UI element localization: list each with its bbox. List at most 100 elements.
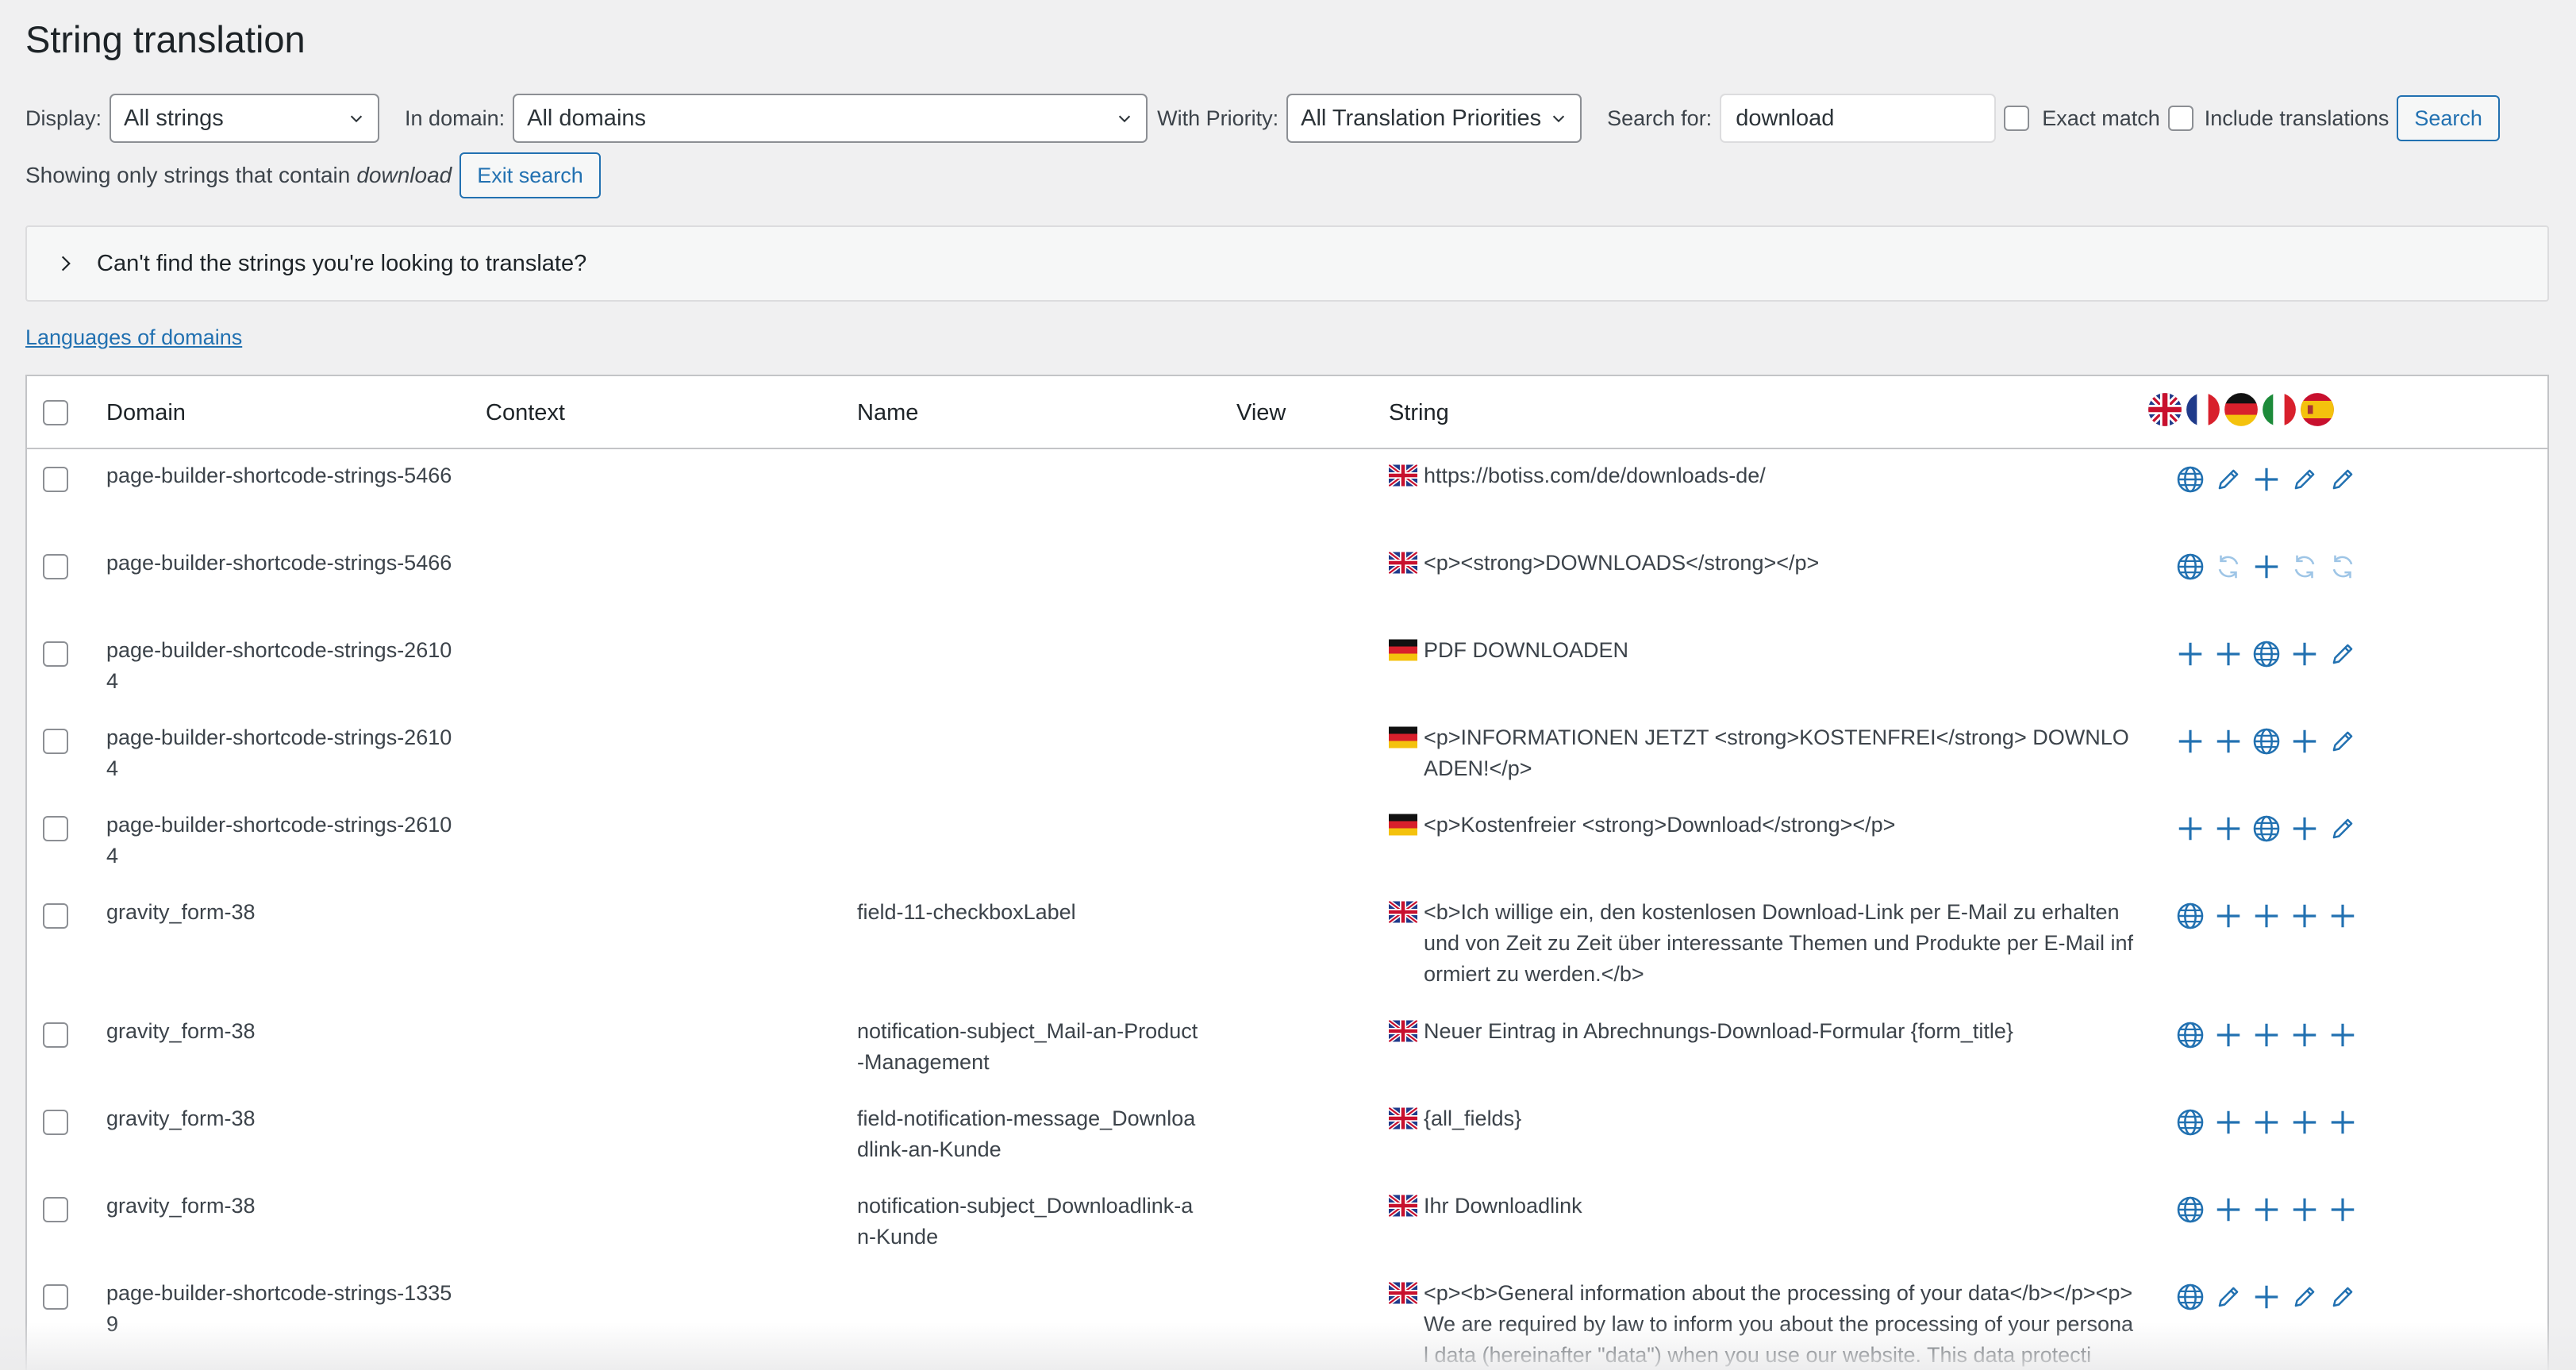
translation-actions — [2171, 810, 2362, 848]
globe-icon[interactable] — [2171, 460, 2209, 498]
domain-label: In domain: — [405, 106, 506, 130]
include-translations-checkbox[interactable] — [2167, 106, 2193, 131]
string-text: <b>Ich willige ein, den kostenlosen Down… — [1424, 900, 2133, 986]
plus-icon[interactable] — [2171, 635, 2209, 673]
scroll-shadow — [0, 1322, 2576, 1370]
plus-icon[interactable] — [2209, 635, 2247, 673]
search-button[interactable]: Search — [2397, 95, 2500, 141]
globe-icon[interactable] — [2247, 810, 2286, 848]
search-input[interactable]: download — [1720, 94, 1997, 143]
display-select[interactable]: All strings — [110, 94, 380, 143]
refresh-icon[interactable] — [2209, 548, 2247, 586]
refresh-icon[interactable] — [2286, 548, 2324, 586]
row-checkbox[interactable] — [43, 554, 68, 579]
name-cell: notification-subject_Mail-an-Product-Man… — [857, 1019, 1198, 1074]
string-text: <p>Kostenfreier <strong>Download</strong… — [1424, 813, 1896, 837]
globe-icon[interactable] — [2171, 897, 2209, 935]
row-checkbox[interactable] — [43, 729, 68, 754]
chevron-down-icon — [1550, 110, 1567, 127]
column-name[interactable]: Name — [857, 376, 918, 449]
flag-uk-icon — [1389, 1104, 1417, 1133]
pencil-icon[interactable] — [2209, 1278, 2247, 1316]
plus-icon[interactable] — [2286, 897, 2324, 935]
domain-cell: gravity_form-38 — [106, 1019, 256, 1043]
plus-icon[interactable] — [2324, 1191, 2362, 1229]
column-view: View — [1236, 399, 1286, 425]
search-notice-term: download — [356, 163, 452, 187]
domain-select[interactable]: All domains — [513, 94, 1148, 143]
plus-icon[interactable] — [2286, 635, 2324, 673]
plus-icon[interactable] — [2209, 1016, 2247, 1054]
flag-uk-icon — [1389, 1017, 1417, 1045]
pencil-icon[interactable] — [2286, 460, 2324, 498]
column-domain[interactable]: Domain — [106, 376, 186, 449]
plus-icon[interactable] — [2247, 460, 2286, 498]
plus-icon[interactable] — [2209, 1191, 2247, 1229]
globe-icon[interactable] — [2171, 1103, 2209, 1141]
globe-icon[interactable] — [2171, 548, 2209, 586]
plus-icon[interactable] — [2286, 810, 2324, 848]
plus-icon[interactable] — [2286, 722, 2324, 760]
plus-icon[interactable] — [2247, 1191, 2286, 1229]
plus-icon[interactable] — [2324, 897, 2362, 935]
flag-uk-icon — [1389, 548, 1417, 577]
plus-icon[interactable] — [2286, 1016, 2324, 1054]
row-checkbox[interactable] — [43, 816, 68, 841]
plus-icon[interactable] — [2324, 1016, 2362, 1054]
globe-icon[interactable] — [2171, 1278, 2209, 1316]
plus-icon[interactable] — [2209, 810, 2247, 848]
domain-cell: gravity_form-38 — [106, 1194, 256, 1218]
pencil-icon[interactable] — [2324, 460, 2362, 498]
plus-icon[interactable] — [2209, 722, 2247, 760]
search-input-value: download — [1736, 105, 1835, 131]
plus-icon[interactable] — [2286, 1191, 2324, 1229]
plus-icon[interactable] — [2247, 1016, 2286, 1054]
exact-match-checkbox[interactable] — [2004, 106, 2030, 131]
plus-icon[interactable] — [2324, 1103, 2362, 1141]
globe-icon[interactable] — [2171, 1191, 2209, 1229]
column-string[interactable]: String — [1389, 376, 1449, 449]
refresh-icon[interactable] — [2324, 548, 2362, 586]
plus-icon[interactable] — [2247, 897, 2286, 935]
flag-uk-icon — [1389, 461, 1417, 490]
string-cell: https://botiss.com/de/downloads-de/ — [1389, 460, 2135, 491]
table-header: Domain Context Name View String — [27, 376, 2547, 449]
missing-strings-accordion[interactable]: Can't find the strings you're looking to… — [25, 225, 2549, 302]
row-checkbox[interactable] — [43, 1197, 68, 1222]
languages-of-domains-link[interactable]: Languages of domains — [25, 325, 242, 350]
pencil-icon[interactable] — [2324, 722, 2362, 760]
plus-icon[interactable] — [2171, 722, 2209, 760]
row-checkbox[interactable] — [43, 903, 68, 929]
row-checkbox[interactable] — [43, 467, 68, 492]
plus-icon[interactable] — [2209, 1103, 2247, 1141]
row-checkbox[interactable] — [43, 1284, 68, 1310]
row-checkbox[interactable] — [43, 1110, 68, 1135]
globe-icon[interactable] — [2247, 635, 2286, 673]
flag-uk-icon — [1389, 1279, 1417, 1307]
pencil-icon[interactable] — [2324, 635, 2362, 673]
name-cell: field-11-checkboxLabel — [857, 900, 1076, 924]
column-context[interactable]: Context — [486, 376, 565, 449]
flag-france-icon — [2186, 392, 2220, 427]
plus-icon[interactable] — [2209, 897, 2247, 935]
select-all-checkbox[interactable] — [43, 400, 68, 425]
globe-icon[interactable] — [2171, 1016, 2209, 1054]
domain-cell: page-builder-shortcode-strings-26104 — [106, 638, 452, 693]
row-checkbox[interactable] — [43, 1022, 68, 1048]
plus-icon[interactable] — [2171, 810, 2209, 848]
plus-icon[interactable] — [2286, 1103, 2324, 1141]
row-checkbox[interactable] — [43, 641, 68, 667]
pencil-icon[interactable] — [2324, 1278, 2362, 1316]
exit-search-button[interactable]: Exit search — [459, 152, 601, 198]
domain-cell: gravity_form-38 — [106, 900, 256, 924]
string-text: Ihr Downloadlink — [1424, 1194, 1582, 1218]
name-cell: notification-subject_Downloadlink-an-Kun… — [857, 1194, 1194, 1249]
plus-icon[interactable] — [2247, 1278, 2286, 1316]
plus-icon[interactable] — [2247, 1103, 2286, 1141]
plus-icon[interactable] — [2247, 548, 2286, 586]
pencil-icon[interactable] — [2286, 1278, 2324, 1316]
pencil-icon[interactable] — [2209, 460, 2247, 498]
priority-select[interactable]: All Translation Priorities — [1286, 94, 1582, 143]
pencil-icon[interactable] — [2324, 810, 2362, 848]
globe-icon[interactable] — [2247, 722, 2286, 760]
